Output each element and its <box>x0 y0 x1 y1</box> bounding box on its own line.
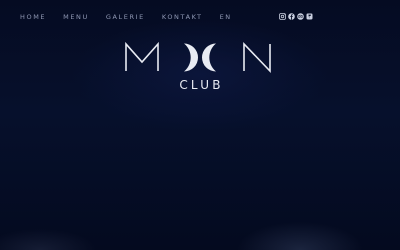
nav-kontakt[interactable]: KONTAKT <box>162 13 203 21</box>
facebook-icon[interactable] <box>288 13 295 20</box>
nav-menu[interactable]: MENU <box>63 13 89 21</box>
logo-subtitle: CLUB <box>179 78 224 92</box>
nav-home[interactable]: HOME <box>20 13 46 21</box>
main-navigation: HOME MENU GALERIE KONTAKT EN <box>20 13 249 21</box>
logo-wordmark <box>125 41 271 73</box>
nav-language-en[interactable]: EN <box>220 13 232 21</box>
nav-galerie[interactable]: GALERIE <box>106 13 145 21</box>
foursquare-icon[interactable] <box>306 13 313 20</box>
moon-club-logo[interactable]: CLUB <box>120 38 280 98</box>
social-links <box>279 13 313 20</box>
instagram-icon[interactable] <box>279 13 286 20</box>
tripadvisor-icon[interactable] <box>297 13 304 20</box>
